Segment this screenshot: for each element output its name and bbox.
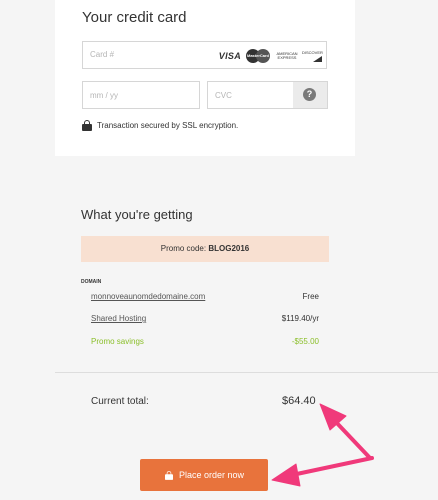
annotation-arrows [271,403,374,487]
arrow-to-button-icon [271,456,374,487]
arrow-to-total-icon [319,403,372,460]
